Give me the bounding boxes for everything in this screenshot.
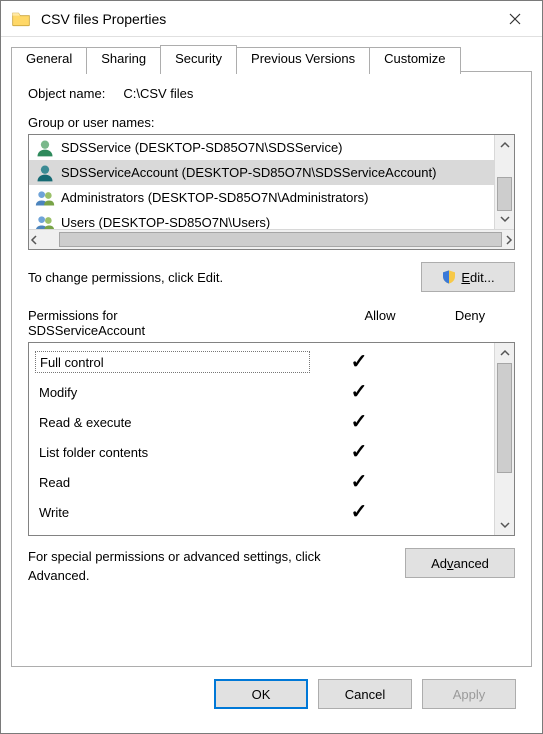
scroll-left-button[interactable] [29, 230, 39, 250]
list-item-label: SDSServiceAccount (DESKTOP-SD85O7N\SDSSe… [61, 165, 436, 180]
list-item[interactable]: SDSService (DESKTOP-SD85O7N\SDSService) [29, 135, 494, 160]
chevron-right-icon [504, 235, 514, 245]
permissions-header: Permissions for SDSServiceAccount Allow … [28, 308, 515, 338]
titlebar: CSV files Properties [1, 1, 542, 37]
tab-security[interactable]: Security [160, 45, 237, 72]
list-item[interactable]: Administrators (DESKTOP-SD85O7N\Administ… [29, 185, 494, 210]
principals-viewport: SDSService (DESKTOP-SD85O7N\SDSService) … [29, 135, 494, 229]
permissions-list: Full control ✓ Modify ✓ Read & execute ✓ [29, 343, 494, 535]
chevron-left-icon [29, 235, 39, 245]
principals-vertical-scrollbar[interactable] [494, 135, 514, 229]
scroll-up-button[interactable] [495, 343, 514, 363]
object-name-value: C:\CSV files [123, 86, 193, 101]
scroll-thumb[interactable] [59, 232, 502, 247]
scroll-thumb[interactable] [497, 363, 512, 473]
permission-row[interactable]: Modify ✓ [29, 377, 494, 407]
scroll-down-button[interactable] [495, 209, 514, 229]
advanced-button[interactable]: Advanced [405, 548, 515, 578]
shield-icon [441, 269, 457, 285]
chevron-up-icon [500, 348, 510, 358]
cancel-button[interactable]: Cancel [318, 679, 412, 709]
advanced-hint: For special permissions or advanced sett… [28, 548, 348, 586]
properties-dialog: CSV files Properties General Sharing Sec… [0, 0, 543, 734]
scroll-down-button[interactable] [495, 515, 514, 535]
group-icon [35, 188, 55, 208]
security-tabpage: Object name: C:\CSV files Group or user … [11, 71, 532, 667]
tab-previous-versions[interactable]: Previous Versions [236, 47, 370, 74]
close-icon [509, 13, 521, 25]
permission-name: Modify [29, 385, 314, 400]
scroll-right-button[interactable] [504, 230, 514, 250]
chevron-down-icon [500, 214, 510, 224]
edit-button[interactable]: Edit... [421, 262, 515, 292]
check-icon: ✓ [351, 381, 368, 403]
ok-button[interactable]: OK [214, 679, 308, 709]
scroll-track[interactable] [495, 363, 514, 515]
permission-name: Write [29, 505, 314, 520]
column-allow: Allow [335, 308, 425, 338]
user-icon [35, 163, 55, 183]
chevron-down-icon [500, 520, 510, 530]
dialog-buttons: OK Cancel Apply [11, 667, 532, 723]
permission-row[interactable]: Read & execute ✓ [29, 407, 494, 437]
list-item-label: Users (DESKTOP-SD85O7N\Users) [61, 215, 270, 229]
object-name-row: Object name: C:\CSV files [28, 86, 515, 101]
permission-name: Read [29, 475, 314, 490]
permission-row[interactable]: Read ✓ [29, 467, 494, 497]
check-icon: ✓ [351, 471, 368, 493]
tab-strip: General Sharing Security Previous Versio… [11, 45, 532, 72]
check-icon: ✓ [351, 411, 368, 433]
permission-name: Full control [35, 351, 310, 373]
list-item[interactable]: SDSServiceAccount (DESKTOP-SD85O7N\SDSSe… [29, 160, 494, 185]
client-area: General Sharing Security Previous Versio… [1, 37, 542, 733]
permission-name: List folder contents [29, 445, 314, 460]
object-name-label: Object name: [28, 86, 105, 101]
permission-row[interactable]: List folder contents ✓ [29, 437, 494, 467]
tab-general[interactable]: General [11, 47, 87, 74]
edit-button-label: dit... [470, 270, 495, 285]
principals-listbox[interactable]: SDSService (DESKTOP-SD85O7N\SDSService) … [28, 134, 515, 250]
check-icon: ✓ [351, 501, 368, 523]
list-item[interactable]: Users (DESKTOP-SD85O7N\Users) [29, 210, 494, 229]
group-or-user-label: Group or user names: [28, 115, 515, 130]
change-permissions-hint: To change permissions, click Edit. [28, 270, 223, 285]
scroll-track[interactable] [39, 230, 504, 249]
window-title: CSV files Properties [41, 11, 492, 27]
check-icon: ✓ [351, 351, 368, 373]
scroll-thumb[interactable] [497, 177, 512, 211]
column-deny: Deny [425, 308, 515, 338]
tab-sharing[interactable]: Sharing [86, 47, 161, 74]
permission-name: Read & execute [29, 415, 314, 430]
close-button[interactable] [492, 1, 538, 37]
list-item-label: Administrators (DESKTOP-SD85O7N\Administ… [61, 190, 369, 205]
folder-icon [11, 9, 31, 29]
apply-button: Apply [422, 679, 516, 709]
user-icon [35, 138, 55, 158]
permission-row[interactable]: Full control ✓ [29, 347, 494, 377]
tab-customize[interactable]: Customize [369, 47, 460, 74]
principals-horizontal-scrollbar[interactable] [29, 229, 514, 249]
check-icon: ✓ [351, 441, 368, 463]
scroll-track[interactable] [495, 155, 514, 209]
scroll-up-button[interactable] [495, 135, 514, 155]
chevron-up-icon [500, 140, 510, 150]
permissions-vertical-scrollbar[interactable] [494, 343, 514, 535]
permissions-listbox[interactable]: Full control ✓ Modify ✓ Read & execute ✓ [28, 342, 515, 536]
permissions-for-principal: SDSServiceAccount [28, 323, 145, 338]
group-icon [35, 213, 55, 230]
permissions-for-label: Permissions for [28, 308, 118, 323]
permission-row[interactable]: Write ✓ [29, 497, 494, 527]
list-item-label: SDSService (DESKTOP-SD85O7N\SDSService) [61, 140, 343, 155]
